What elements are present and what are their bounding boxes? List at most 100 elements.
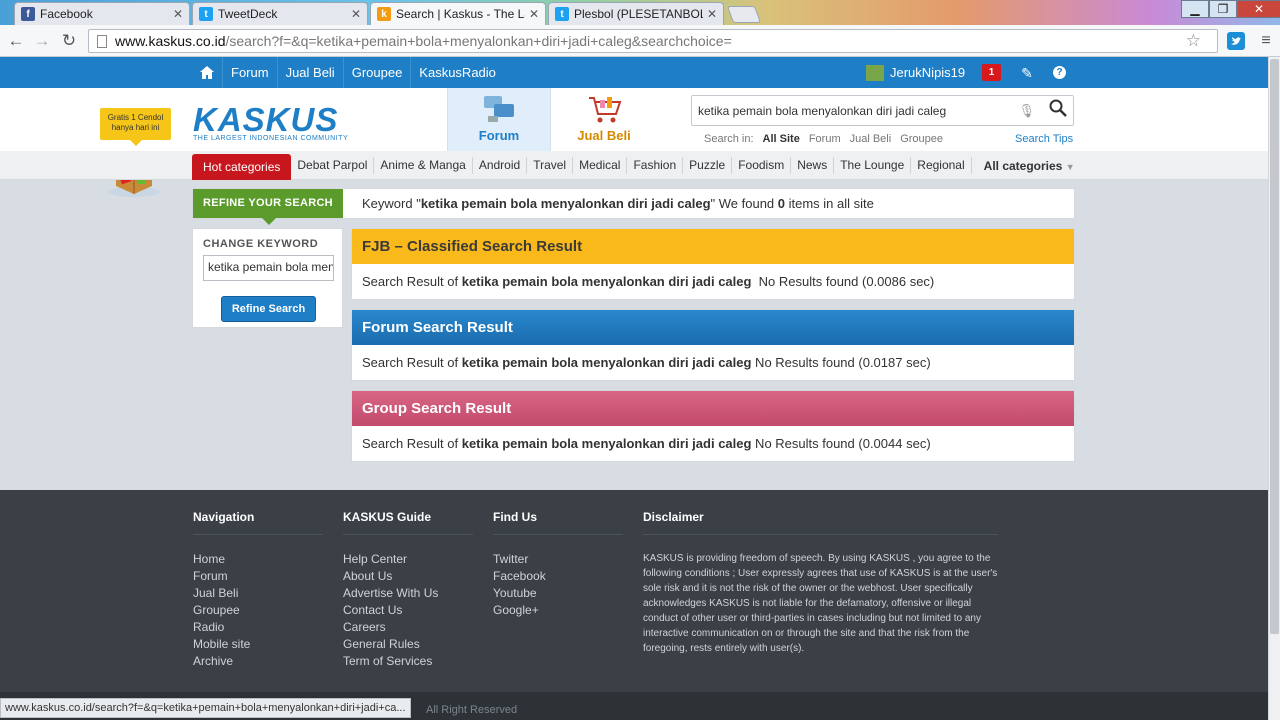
browser-tab-tweetdeck[interactable]: t TweetDeck ✕	[192, 2, 368, 25]
search-input[interactable]: ketika pemain bola menyalonkan diri jadi…	[691, 95, 1074, 126]
all-categories-dropdown[interactable]: All categories ▼	[972, 159, 1075, 173]
url-host: www.kaskus.co.id	[115, 33, 226, 49]
refine-bar: REFINE YOUR SEARCH Keyword "ketika pemai…	[192, 188, 1075, 225]
category-the-lounge[interactable]: The Lounge	[834, 157, 912, 174]
footer-link-help-center[interactable]: Help Center	[343, 551, 473, 568]
search-in-groupee[interactable]: Groupee	[900, 133, 943, 145]
topnav-kaskusradio[interactable]: KaskusRadio	[410, 57, 504, 88]
close-icon[interactable]: ✕	[529, 7, 539, 21]
tab-jualbeli[interactable]: Jual Beli	[552, 88, 656, 151]
category-regional[interactable]: Regional	[911, 157, 972, 174]
close-window-icon[interactable]: ✕	[1237, 0, 1280, 18]
category-puzzle[interactable]: Puzzle	[683, 157, 733, 174]
browser-tab-kaskus[interactable]: k Search | Kaskus - The Larg ✕	[370, 2, 546, 25]
footer-link-googleplus[interactable]: Google+	[493, 602, 623, 619]
summary-count: 0	[777, 196, 786, 211]
footer-link-facebook[interactable]: Facebook	[493, 568, 623, 585]
page-icon	[97, 34, 107, 48]
all-categories-label: All categories	[983, 158, 1063, 173]
restore-icon[interactable]: ❐	[1209, 0, 1237, 18]
menu-icon[interactable]: ≡	[1256, 31, 1276, 51]
search-in-jualbeli[interactable]: Jual Beli	[850, 133, 892, 145]
disclaimer-text: KASKUS is providing freedom of speech. B…	[643, 553, 998, 654]
footer-link-terms[interactable]: Term of Services	[343, 653, 473, 670]
category-medical[interactable]: Medical	[573, 157, 628, 174]
fjb-result-panel: FJB – Classified Search Result Search Re…	[351, 228, 1075, 300]
search-in-label: Search in:	[704, 133, 754, 145]
footer-link-mobile-site[interactable]: Mobile site	[193, 636, 323, 653]
chevron-down-icon: ▼	[1065, 161, 1075, 172]
bookmark-star-icon[interactable]: ☆	[1186, 31, 1201, 51]
category-debat-parpol[interactable]: Debat Parpol	[291, 157, 375, 174]
topnav-groupee[interactable]: Groupee	[342, 57, 411, 88]
search-summary: Keyword "ketika pemain bola menyalonkan …	[362, 196, 874, 211]
help-icon[interactable]: ?	[1053, 66, 1066, 79]
kaskus-logo[interactable]: KASKUS THE LARGEST INDONESIAN COMMUNITY	[193, 103, 363, 145]
close-icon[interactable]: ✕	[351, 7, 361, 21]
category-bar: Hot categories Debat Parpol Anime & Mang…	[0, 151, 1268, 180]
tab-title: TweetDeck	[218, 7, 278, 21]
search-icon[interactable]	[1049, 99, 1067, 122]
keyword-input[interactable]: ketika pemain bola menyalonkan diri jadi…	[203, 255, 334, 281]
copyright: All Right Reserved	[426, 704, 518, 716]
footer-link-forum[interactable]: Forum	[193, 568, 323, 585]
topnav-jualbeli[interactable]: Jual Beli	[276, 57, 343, 88]
user-menu[interactable]: JerukNipis19	[866, 57, 965, 88]
footer-link-advertise[interactable]: Advertise With Us	[343, 585, 473, 602]
back-icon[interactable]: ←	[6, 31, 26, 51]
category-anime-manga[interactable]: Anime & Manga	[374, 157, 473, 174]
home-icon[interactable]	[192, 57, 222, 88]
footer-link-youtube[interactable]: Youtube	[493, 585, 623, 602]
close-icon[interactable]: ✕	[173, 7, 183, 21]
twitter-extension-icon[interactable]	[1226, 31, 1246, 51]
refine-search-button[interactable]: Refine Search	[221, 296, 316, 322]
footer-link-archive[interactable]: Archive	[193, 653, 323, 670]
result-prefix: Search Result of	[362, 355, 462, 370]
category-android[interactable]: Android	[473, 157, 528, 174]
footer-link-contact-us[interactable]: Contact Us	[343, 602, 473, 619]
footer-link-careers[interactable]: Careers	[343, 619, 473, 636]
avatar	[866, 64, 884, 81]
category-foodism[interactable]: Foodism	[732, 157, 792, 174]
result-status: No Results found (0.0086 sec)	[751, 274, 935, 289]
search-in-forum[interactable]: Forum	[809, 133, 841, 145]
category-fashion[interactable]: Fashion	[627, 157, 684, 174]
footer-disclaimer: Disclaimer KASKUS is providing freedom o…	[643, 510, 1003, 656]
search-in-all-site[interactable]: All Site	[763, 133, 800, 145]
scroll-thumb[interactable]	[1270, 59, 1279, 634]
result-status: No Results found (0.0044 sec)	[751, 436, 931, 451]
category-travel[interactable]: Travel	[527, 157, 574, 174]
footer-link-groupee[interactable]: Groupee	[193, 602, 323, 619]
minimize-icon[interactable]: ▁	[1181, 0, 1209, 18]
footer-link-jualbeli[interactable]: Jual Beli	[193, 585, 323, 602]
window-controls: ▁ ❐ ✕	[1181, 0, 1280, 20]
footer-link-twitter[interactable]: Twitter	[493, 551, 623, 568]
footer-findus: Find Us Twitter Facebook Youtube Google+	[493, 510, 623, 619]
pencil-icon[interactable]: ✎	[1016, 62, 1038, 84]
notification-badge[interactable]: 1	[982, 64, 1001, 81]
microphone-icon[interactable]: 🎙	[1018, 103, 1035, 119]
search-tips-link[interactable]: Search Tips	[1015, 133, 1073, 145]
browser-tab-plesbol[interactable]: t Plesbol (PLESETANBOLA) ✕	[548, 2, 724, 25]
category-news[interactable]: News	[791, 157, 835, 174]
tab-forum[interactable]: Forum	[447, 88, 551, 151]
close-icon[interactable]: ✕	[707, 7, 717, 21]
vertical-scrollbar[interactable]	[1268, 57, 1280, 720]
search-in-options: Search in: All Site Forum Jual Beli Grou…	[704, 133, 943, 145]
promo-bubble[interactable]: Gratis 1 Cendol hanya hari ini	[100, 108, 171, 146]
new-tab-button[interactable]	[726, 6, 762, 23]
footer-link-general-rules[interactable]: General Rules	[343, 636, 473, 653]
footer-link-about-us[interactable]: About Us	[343, 568, 473, 585]
address-bar[interactable]: www.kaskus.co.id/search?f=&q=ketika+pema…	[88, 29, 1218, 53]
result-status: No Results found (0.0187 sec)	[751, 355, 931, 370]
hot-categories-tab[interactable]: Hot categories	[192, 154, 292, 180]
footer-navigation-title: Navigation	[193, 510, 323, 535]
footer-link-home[interactable]: Home	[193, 551, 323, 568]
topnav-forum[interactable]: Forum	[222, 57, 277, 88]
reload-icon[interactable]: ↻	[59, 31, 79, 51]
forward-icon[interactable]: →	[32, 31, 52, 51]
browser-toolbar: ← → ↻ www.kaskus.co.id/search?f=&q=ketik…	[0, 25, 1280, 57]
footer-link-radio[interactable]: Radio	[193, 619, 323, 636]
browser-tab-facebook[interactable]: f Facebook ✕	[14, 2, 190, 25]
summary-suffix: items in all site	[785, 196, 874, 211]
